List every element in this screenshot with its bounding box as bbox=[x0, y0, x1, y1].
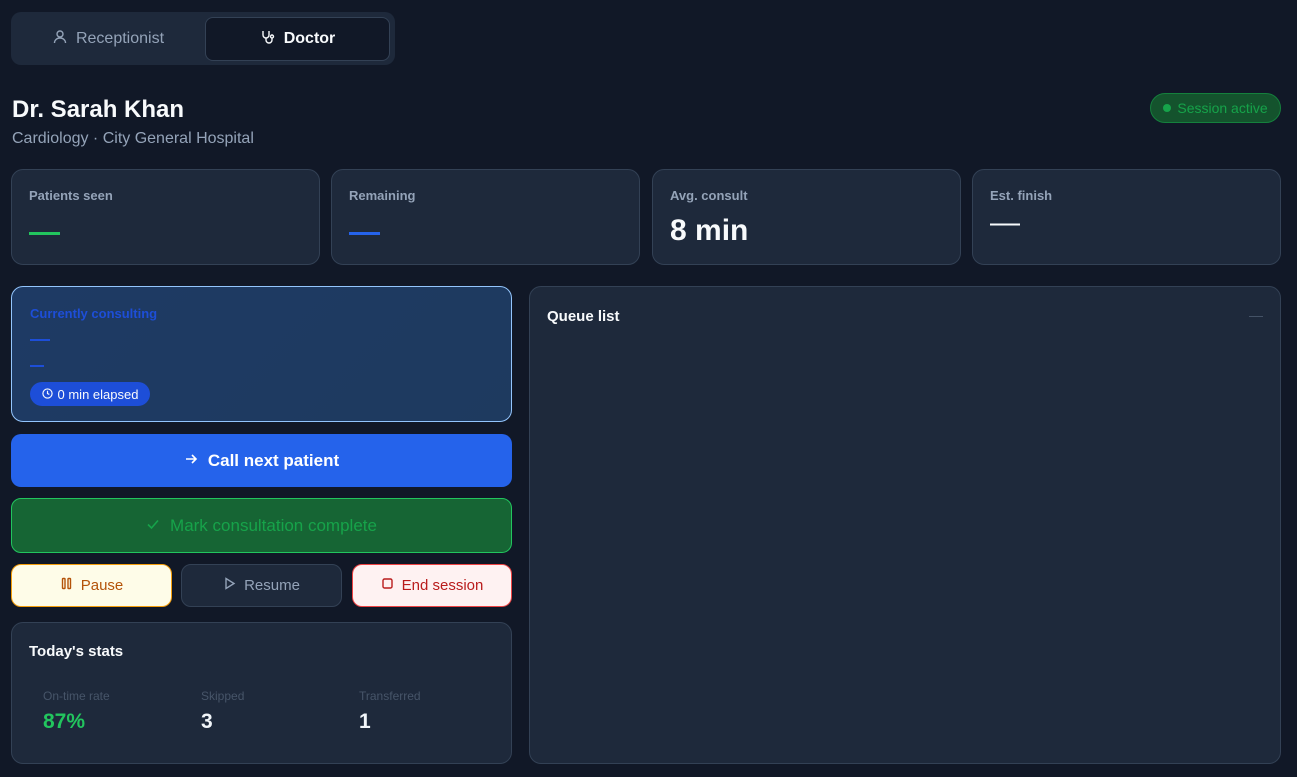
call-next-button[interactable]: Call next patient bbox=[11, 434, 512, 487]
stat-card-remaining: Remaining bbox=[331, 169, 640, 265]
queue-count: — bbox=[1249, 307, 1263, 323]
mark-complete-button[interactable]: Mark consultation complete bbox=[11, 498, 512, 553]
stat-label: Remaining bbox=[349, 188, 416, 203]
mark-complete-label: Mark consultation complete bbox=[170, 515, 377, 535]
status-dot bbox=[1163, 104, 1172, 112]
stat-label: On-time rate bbox=[43, 689, 110, 703]
todays-stats-card: Today's stats On-time rate 87% Skipped 3… bbox=[11, 622, 512, 764]
stat-label: Est. finish bbox=[990, 188, 1053, 203]
pause-icon bbox=[60, 577, 73, 594]
resume-label: Resume bbox=[244, 577, 300, 594]
patient-name-placeholder bbox=[30, 339, 50, 341]
tab-doctor[interactable]: Doctor bbox=[205, 17, 390, 61]
check-icon bbox=[146, 516, 160, 536]
session-status-badge: Session active bbox=[1150, 93, 1281, 123]
stat-value: 8 min bbox=[670, 214, 749, 247]
stat-value: — bbox=[990, 206, 1020, 239]
stat-label: Avg. consult bbox=[670, 188, 748, 203]
stat-card-avg-consult: Avg. consult 8 min bbox=[652, 169, 961, 265]
stat-value: 3 bbox=[201, 710, 213, 733]
call-next-label: Call next patient bbox=[207, 450, 340, 470]
stethoscope-icon bbox=[260, 29, 276, 50]
todays-stats-title: Today's stats bbox=[29, 643, 124, 660]
arrow-right-icon bbox=[184, 451, 198, 471]
elapsed-badge: 0 min elapsed bbox=[30, 382, 150, 406]
stat-label: Patients seen bbox=[29, 188, 113, 203]
play-icon bbox=[223, 577, 236, 594]
tab-receptionist[interactable]: Receptionist bbox=[14, 17, 202, 61]
stat-value: 1 bbox=[359, 710, 371, 733]
person-icon bbox=[52, 29, 68, 50]
tab-doctor-label: Doctor bbox=[283, 30, 336, 47]
pause-label: Pause bbox=[80, 577, 124, 594]
stat-transferred: Transferred 1 bbox=[359, 689, 421, 734]
stat-placeholder-line bbox=[349, 232, 380, 235]
stat-placeholder-line bbox=[29, 232, 60, 235]
current-patient-card: Currently consulting 0 min elapsed bbox=[11, 286, 512, 422]
stat-card-est-finish: Est. finish — bbox=[972, 169, 1281, 265]
session-status-label: Session active bbox=[1177, 100, 1268, 116]
current-caption: Currently consulting bbox=[30, 306, 158, 321]
stat-label: Transferred bbox=[359, 689, 421, 703]
elapsed-label: 0 min elapsed bbox=[57, 386, 139, 402]
end-session-label: End session bbox=[401, 577, 484, 594]
doctor-name: Dr. Sarah Khan bbox=[12, 96, 185, 123]
end-session-button[interactable]: End session bbox=[352, 564, 512, 607]
queue-list-panel: Queue list — bbox=[529, 286, 1281, 764]
tab-receptionist-label: Receptionist bbox=[75, 30, 165, 47]
queue-list-title: Queue list bbox=[547, 308, 620, 325]
stat-on-time-rate: On-time rate 87% bbox=[43, 689, 110, 734]
pause-button[interactable]: Pause bbox=[11, 564, 172, 607]
patient-detail-placeholder bbox=[30, 365, 44, 367]
stat-skipped: Skipped 3 bbox=[201, 689, 244, 734]
stop-icon bbox=[381, 577, 394, 594]
stat-label: Skipped bbox=[201, 689, 245, 703]
resume-button[interactable]: Resume bbox=[181, 564, 342, 607]
clock-icon bbox=[41, 387, 53, 402]
doctor-subtitle: Cardiology · City General Hospital bbox=[12, 130, 254, 147]
stat-value: 87% bbox=[43, 710, 86, 733]
role-switcher: Receptionist Doctor bbox=[11, 12, 395, 65]
stat-card-patients-seen: Patients seen bbox=[11, 169, 320, 265]
